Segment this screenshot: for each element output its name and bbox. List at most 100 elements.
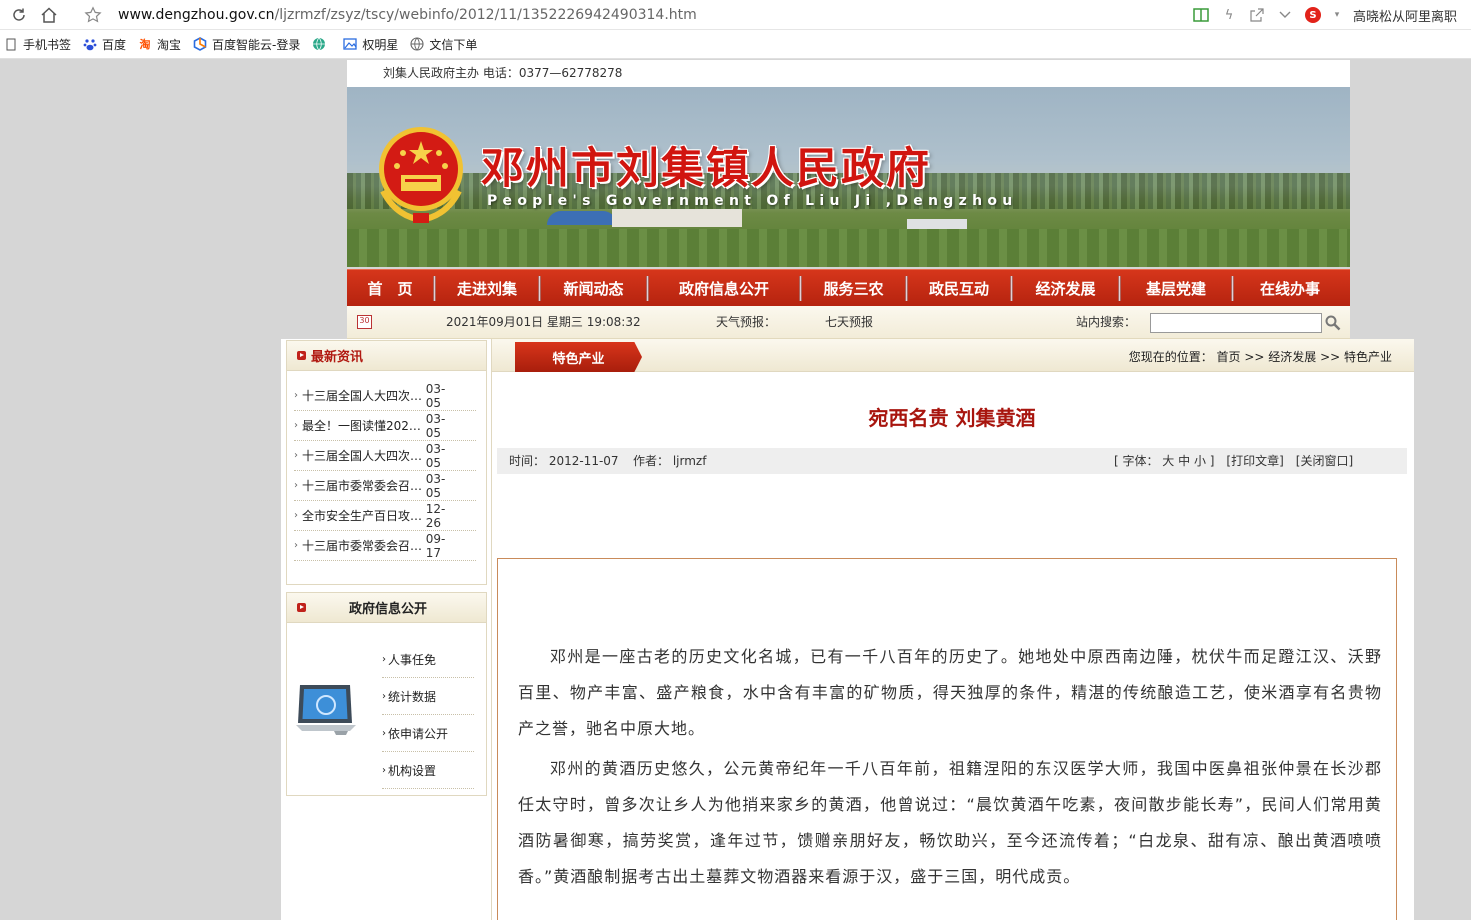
section-header: 特色产业 您现在的位置： 首页 >> 经济发展 >> 特色产业 [492, 339, 1414, 372]
site-title: 邓州市刘集镇人民政府 [481, 144, 931, 194]
gov-info-panel: 政府信息公开 › 人事任免 › 统计数据 › 依申请公开 › 机构设置 [286, 592, 487, 796]
banner: 邓州市刘集镇人民政府 People's Government Of Liu Ji… [347, 87, 1350, 267]
gov-link[interactable]: › 依申请公开 [382, 715, 474, 752]
bookmark-order[interactable]: 文信下单 [410, 36, 477, 53]
chevron-right-icon: › [294, 390, 298, 401]
forecast-link[interactable]: 七天预报 [825, 306, 873, 338]
bookmark-label: 权明星 [362, 37, 399, 52]
share-icon[interactable] [1249, 7, 1265, 23]
section-tab[interactable]: 特色产业 [515, 342, 642, 372]
news-title[interactable]: 十三届全国人大四次会议 [302, 387, 426, 404]
news-title[interactable]: 全市安全生产百日攻坚行动 [302, 507, 426, 524]
bookmark-quanmingxing[interactable]: 权明星 [343, 36, 398, 53]
search-icon[interactable] [1324, 312, 1342, 331]
sogou-icon[interactable]: S [1304, 7, 1321, 23]
article-paragraph: 邓州是一座古老的历史文化名城，已有一千八百年的历史了。她地处中原西南边陲，枕伏牛… [518, 647, 1382, 738]
news-title[interactable]: 十三届市委常委会召开第次会议 [302, 537, 426, 554]
url-field[interactable]: www.dengzhou.gov.cn/ljzrmzf/zsyz/tscy/we… [118, 7, 697, 23]
article-meta: 时间： 2012-11-07 作者： ljrmzf [ 字体： 大 中 小 ] … [497, 448, 1407, 474]
chevron-right-icon: › [382, 727, 386, 739]
article-tools[interactable]: [ 字体： 大 中 小 ] [打印文章] [关闭窗口] [1114, 448, 1353, 474]
news-title[interactable]: 十三届市委常委会召开会议 [302, 477, 426, 494]
arrow-bullet-icon [297, 351, 306, 360]
gov-link-label[interactable]: 机构设置 [388, 762, 436, 779]
bookmark-baidu-cloud[interactable]: 百度智能云-登录 [193, 36, 300, 53]
reload-icon[interactable] [8, 4, 30, 26]
lightning-icon[interactable]: ϟ [1221, 7, 1237, 23]
article-body: 邓州是一座古老的历史文化名城，已有一千八百年的历史了。她地处中原西南边陲，枕伏牛… [497, 558, 1397, 920]
nav-economy[interactable]: 经济发展 [1013, 270, 1118, 307]
bookmark-mobile[interactable]: 手机书签 [4, 36, 71, 53]
chevron-right-icon: › [382, 764, 386, 776]
news-ticker[interactable]: 高晓松从阿里离职 [1353, 6, 1457, 25]
browser-address-bar: www.dengzhou.gov.cn/ljzrmzf/zsyz/tscy/we… [0, 0, 1471, 30]
star-icon[interactable] [82, 4, 104, 26]
baidu-icon [83, 37, 97, 51]
gov-link[interactable]: › 统计数据 [382, 678, 474, 715]
image-icon [343, 37, 358, 51]
national-emblem-icon [379, 127, 463, 223]
news-date: 03-05 [425, 441, 446, 470]
gov-info-title: 政府信息公开 [349, 602, 428, 617]
search-label: 站内搜索： [1076, 315, 1137, 329]
nav-party[interactable]: 基层党建 [1121, 270, 1231, 307]
gov-link-label[interactable]: 依申请公开 [388, 725, 448, 742]
news-date: 12-26 [425, 501, 446, 530]
info-bar: 30 2021年09月01日 星期三 19:08:32 天气预报： 七天预报 站… [347, 306, 1350, 339]
left-sidebar: 最新资讯 ›十三届全国人大四次会议03-05 ›最全！一图读懂2021年政府工作… [281, 339, 491, 920]
news-title[interactable]: 最全！一图读懂2021年政府工作报告 [302, 417, 426, 434]
gov-link-label[interactable]: 统计数据 [388, 688, 436, 705]
article-time: 时间： 2012-11-07 [509, 454, 619, 468]
bookmark-label: 文信下单 [429, 37, 478, 52]
weather-label: 天气预报： [716, 315, 777, 329]
dropdown-caret-icon[interactable]: ▾ [1333, 7, 1341, 23]
gov-link[interactable]: › 人事任免 [382, 641, 474, 678]
site-subtitle: People's Government Of Liu Ji ,Dengzhou [487, 193, 1018, 209]
article-paragraph: 邓州的黄酒历史悠久，公元黄帝纪年一千八百年前，祖籍涅阳的东汉医学大师，我国中医鼻… [518, 759, 1382, 886]
news-title[interactable]: 十三届全国人大四次会议开幕 [302, 447, 426, 464]
site-topline: 刘集人民政府主办 电话：0377—62778278 [347, 60, 1350, 87]
chevron-right-icon: › [294, 540, 298, 551]
nav-news[interactable]: 新闻动态 [541, 270, 646, 307]
computer-monitor-icon [296, 685, 356, 735]
bookmark-label: 百度智能云-登录 [212, 37, 301, 52]
news-item[interactable]: › 十三届全国人大四次会议开幕03-05 [294, 441, 476, 471]
news-item[interactable]: › 十三届市委常委会召开会议03-05 [294, 471, 476, 501]
site-header: 刘集人民政府主办 电话：0377—62778278 邓州市刘集镇人民政府 Peo… [347, 60, 1350, 339]
nav-about[interactable]: 走进刘集 [436, 270, 538, 307]
main-content: 特色产业 您现在的位置： 首页 >> 经济发展 >> 特色产业 宛西名贵 刘集黄… [491, 339, 1414, 920]
news-item[interactable]: › 十三届全国人大四次会议 03-05 [294, 381, 476, 411]
taobao-icon: 淘 [139, 38, 151, 51]
chevron-right-icon: › [382, 653, 386, 665]
nav-online-service[interactable]: 在线办事 [1234, 270, 1346, 307]
nav-gov-info[interactable]: 政府信息公开 [649, 270, 799, 307]
news-item[interactable]: › 十三届市委常委会召开第次会议09-17 [294, 531, 476, 561]
search-input[interactable] [1150, 313, 1322, 333]
nav-agriculture[interactable]: 服务三农 [802, 270, 905, 307]
calendar-icon: 30 [357, 315, 372, 329]
chevron-right-icon: › [294, 480, 298, 491]
gov-link[interactable]: › 机构设置 [382, 752, 474, 789]
gov-link-label[interactable]: 人事任免 [388, 651, 436, 668]
bookmark-globe[interactable] [312, 37, 331, 51]
main-nav: 首 页 走进刘集 新闻动态 政府信息公开 服务三农 政民互动 经济发展 基层党建… [347, 269, 1350, 306]
reader-mode-icon[interactable] [1193, 7, 1209, 23]
url-host: www.dengzhou.gov.cn [118, 6, 275, 23]
home-icon[interactable] [38, 4, 60, 26]
bookmark-label: 百度 [102, 37, 127, 52]
chevron-right-icon: › [294, 420, 298, 431]
article-title: 宛西名贵 刘集黄酒 [868, 406, 1036, 430]
news-item[interactable]: › 全市安全生产百日攻坚行动12-26 [294, 501, 476, 531]
breadcrumb[interactable]: 您现在的位置： 首页 >> 经济发展 >> 特色产业 [1129, 339, 1392, 375]
nav-home[interactable]: 首 页 [347, 270, 433, 307]
news-item[interactable]: › 最全！一图读懂2021年政府工作报告03-05 [294, 411, 476, 441]
current-datetime: 2021年09月01日 星期三 19:08:32 [446, 315, 641, 329]
baidu-cloud-icon [193, 37, 207, 51]
nav-interaction[interactable]: 政民互动 [908, 270, 1010, 307]
news-date: 03-05 [425, 471, 446, 500]
bookmark-taobao[interactable]: 淘 淘宝 [138, 36, 182, 53]
chevron-down-icon[interactable] [1277, 7, 1293, 23]
article-author: 作者： ljrmzf [633, 454, 707, 468]
globe-icon [410, 37, 424, 51]
bookmark-baidu[interactable]: 百度 [83, 36, 126, 53]
